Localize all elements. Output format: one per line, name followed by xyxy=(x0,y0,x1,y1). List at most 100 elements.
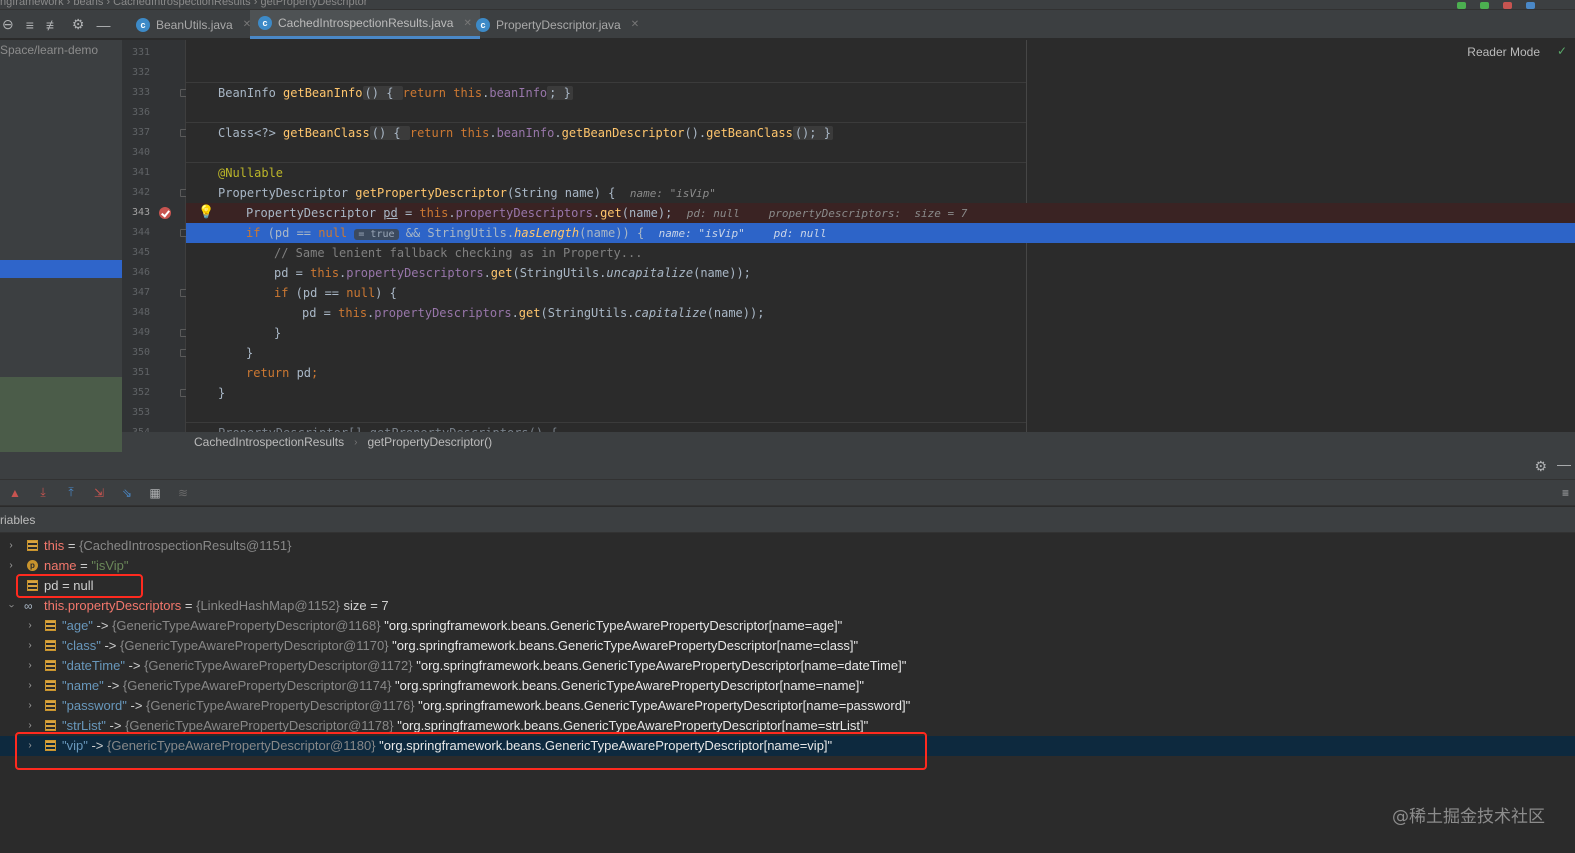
debug-icon[interactable] xyxy=(1480,1,1489,9)
breadcrumb-method[interactable]: getPropertyDescriptor() xyxy=(367,435,492,449)
tab-propertydescriptor[interactable]: c PropertyDescriptor.java ✕ xyxy=(468,10,647,39)
map-entry-row[interactable]: › "age" -> {GenericTypeAwarePropertyDesc… xyxy=(0,616,1575,636)
line-number: 332 xyxy=(131,67,150,78)
run-toolbar xyxy=(1457,0,1535,10)
line-number: 353 xyxy=(131,407,150,418)
stop-icon[interactable] xyxy=(1503,1,1512,9)
chevron-right-icon[interactable]: › xyxy=(6,556,16,576)
variable-row[interactable]: › ∞ this.propertyDescriptors = {LinkedHa… xyxy=(0,596,1575,616)
line-number: 336 xyxy=(131,107,150,118)
code-line-346[interactable]: pd = this.propertyDescriptors.get(String… xyxy=(186,263,1575,283)
tab-label: BeanUtils.java xyxy=(156,17,233,32)
chevron-right-icon[interactable]: › xyxy=(25,616,35,636)
code-line-347[interactable]: if (pd == null) { xyxy=(186,283,1575,303)
project-selected-row[interactable] xyxy=(0,260,122,278)
code-line-342[interactable]: PropertyDescriptor getPropertyDescriptor… xyxy=(186,183,1575,203)
line-number: 349 xyxy=(131,327,150,338)
minimize-icon[interactable]: — xyxy=(96,17,110,33)
code-line-343[interactable]: PropertyDescriptor pd = this.propertyDes… xyxy=(186,203,1575,223)
field-icon xyxy=(45,700,56,711)
gear-icon[interactable]: ⚙ xyxy=(72,16,85,33)
line-number: 345 xyxy=(131,247,150,258)
chevron-right-icon: › xyxy=(354,436,358,448)
debug-toolbar: ▲ ⤓ ⤒ ⇲ ⇘ ▦ ≋ ≡ xyxy=(0,480,1575,506)
inline-debug-hint: name: "isVip" xyxy=(629,187,716,200)
variable-row-pd[interactable]: pd = null xyxy=(0,576,1575,596)
variable-row[interactable]: › p name = "isVip" xyxy=(0,556,1575,576)
code-line-341[interactable]: @Nullable xyxy=(186,163,1575,183)
map-entry-row[interactable]: › "name" -> {GenericTypeAwarePropertyDes… xyxy=(0,676,1575,696)
lightbulb-icon[interactable]: 💡 xyxy=(198,204,214,220)
code-line-354[interactable]: PropertyDescriptor[] getPropertyDescript… xyxy=(186,423,1575,432)
code-line-333[interactable]: BeanInfo getBeanInfo() { return this.bea… xyxy=(186,83,1575,103)
line-number-current: 343 xyxy=(131,207,150,218)
line-number: 340 xyxy=(131,147,150,158)
field-icon xyxy=(45,620,56,631)
code-line-337[interactable]: Class<?> getBeanClass() { return this.be… xyxy=(186,123,1575,143)
field-icon xyxy=(45,640,56,651)
run-to-cursor-icon[interactable]: ⇘ xyxy=(120,486,134,500)
line-number: 342 xyxy=(131,187,150,198)
step-into-icon[interactable]: ⤓ xyxy=(36,485,50,500)
trace-icon[interactable]: ≋ xyxy=(176,486,190,500)
run-icon[interactable] xyxy=(1457,1,1466,9)
line-number: 346 xyxy=(131,267,150,278)
collapse-all-icon[interactable]: ≢ xyxy=(46,17,60,33)
code-line-350[interactable]: } xyxy=(186,343,1575,363)
layout-icon[interactable]: ≡ xyxy=(1562,486,1569,500)
step-out-icon[interactable]: ⤒ xyxy=(64,485,78,500)
line-number: 351 xyxy=(131,367,150,378)
chevron-right-icon[interactable]: › xyxy=(25,636,35,656)
map-entry-row[interactable]: › "password" -> {GenericTypeAwarePropert… xyxy=(0,696,1575,716)
highlight-box-vip xyxy=(15,732,927,770)
chevron-right-icon[interactable]: › xyxy=(25,656,35,676)
code-line-344-execution-point[interactable]: if (pd == null = true && StringUtils.has… xyxy=(186,223,1575,243)
debug-panel: ⚙ — ▲ ⤓ ⤒ ⇲ ⇘ ▦ ≋ ≡ riables › this = {Ca… xyxy=(0,452,1575,853)
expand-all-icon[interactable]: ≡ xyxy=(26,17,34,33)
step-over-icon[interactable]: ▲ xyxy=(8,486,22,500)
project-path[interactable]: Space/learn-demo xyxy=(0,43,98,57)
line-number: 344 xyxy=(131,227,150,238)
line-number: 333 xyxy=(131,87,150,98)
nav-breadcrumb[interactable]: ngframework › beans › CachedIntrospectio… xyxy=(0,0,367,8)
code-line-349[interactable]: } xyxy=(186,323,1575,343)
code-editor[interactable]: BeanInfo getBeanInfo() { return this.bea… xyxy=(186,40,1575,432)
chevron-right-icon[interactable]: › xyxy=(25,696,35,716)
line-number: 347 xyxy=(131,287,150,298)
inline-eval-hint: = true xyxy=(354,229,399,240)
field-icon xyxy=(45,720,56,731)
variable-row[interactable]: › this = {CachedIntrospectionResults@115… xyxy=(0,536,1575,556)
vcs-icon[interactable] xyxy=(1526,1,1535,9)
tab-cachedintrospectionresults[interactable]: c CachedIntrospectionResults.java ✕ xyxy=(250,10,480,39)
code-line-345[interactable]: // Same lenient fallback checking as in … xyxy=(186,243,1575,263)
force-step-icon[interactable]: ⇲ xyxy=(92,486,106,500)
java-class-icon: c xyxy=(136,17,150,32)
variables-title: riables xyxy=(0,507,1575,533)
map-entry-row[interactable]: › "class" -> {GenericTypeAwarePropertyDe… xyxy=(0,636,1575,656)
close-icon[interactable]: ✕ xyxy=(631,19,639,30)
code-line-348[interactable]: pd = this.propertyDescriptors.get(String… xyxy=(186,303,1575,323)
reader-mode-toggle[interactable]: Reader Mode xyxy=(1467,45,1540,59)
project-panel-region xyxy=(0,377,122,452)
java-class-icon: c xyxy=(476,17,490,32)
tab-beanutils[interactable]: c BeanUtils.java ✕ xyxy=(128,10,259,39)
map-entry-row[interactable]: › "dateTime" -> {GenericTypeAwarePropert… xyxy=(0,656,1575,676)
inline-debug-hint: pd: null xyxy=(686,207,740,220)
editor-tab-bar: ⊖ ≡ ≢ ⚙ — c BeanUtils.java ✕ c CachedInt… xyxy=(0,10,1575,39)
locate-icon[interactable]: ⊖ xyxy=(2,16,14,33)
chevron-down-icon[interactable]: › xyxy=(1,601,21,611)
code-line-351[interactable]: return pd; xyxy=(186,363,1575,383)
evaluate-icon[interactable]: ▦ xyxy=(148,486,162,500)
breadcrumb-class[interactable]: CachedIntrospectionResults xyxy=(194,435,344,449)
breakpoint-icon[interactable] xyxy=(159,207,171,219)
code-line-352[interactable]: } xyxy=(186,383,1575,403)
line-number: 337 xyxy=(131,127,150,138)
line-number: 331 xyxy=(131,47,150,58)
navigation-bar: ngframework › beans › CachedIntrospectio… xyxy=(0,0,1575,10)
minimize-icon[interactable]: — xyxy=(1557,456,1571,472)
chevron-right-icon[interactable]: › xyxy=(25,676,35,696)
chevron-right-icon[interactable]: › xyxy=(6,536,16,556)
gear-icon[interactable]: ⚙ xyxy=(1534,458,1547,475)
parameter-icon: p xyxy=(27,560,38,571)
line-number: 352 xyxy=(131,387,150,398)
